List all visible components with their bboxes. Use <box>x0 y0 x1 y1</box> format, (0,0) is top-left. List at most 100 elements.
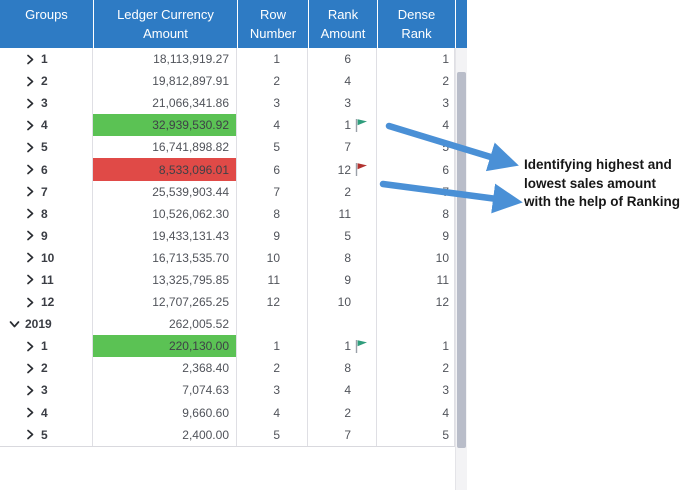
dense-rank-cell: 3 <box>377 379 455 401</box>
table-row: 2 19,812,897.91 2 4 2 <box>0 70 455 92</box>
expand-chevron-icon[interactable] <box>24 186 36 197</box>
flag-icon <box>354 140 373 155</box>
group-label: 3 <box>41 96 48 110</box>
row-number-cell: 8 <box>237 203 308 225</box>
expand-chevron-icon[interactable] <box>24 341 36 352</box>
dense-rank-cell: 12 <box>377 291 455 313</box>
ledger-amount-cell: 25,539,903.44 <box>93 181 237 203</box>
rank-amount-cell: 7 <box>308 424 377 446</box>
rank-value: 4 <box>344 74 351 88</box>
rank-amount-cell: 1 <box>308 335 377 357</box>
rank-value: 9 <box>344 273 351 287</box>
dense-rank-cell: 5 <box>377 424 455 446</box>
row-number-cell: 9 <box>237 225 308 247</box>
ledger-amount-cell: 7,074.63 <box>93 379 237 401</box>
rank-amount-cell: 4 <box>308 70 377 92</box>
group-label: 4 <box>41 406 48 420</box>
table-row: 3 7,074.63 3 4 3 <box>0 379 455 401</box>
dense-rank-cell: 6 <box>377 158 455 180</box>
flag-icon <box>354 317 373 332</box>
vertical-scrollbar-track[interactable] <box>455 48 467 490</box>
expand-chevron-icon[interactable] <box>24 164 36 175</box>
rank-value: 7 <box>344 428 351 442</box>
row-number-cell: 6 <box>237 158 308 180</box>
group-label: 2 <box>41 361 48 375</box>
vertical-scrollbar-thumb[interactable] <box>457 72 466 448</box>
annotation-line-3: with the help of Ranking <box>524 193 680 212</box>
ledger-amount-cell: 220,130.00 <box>93 335 237 357</box>
group-cell: 1 <box>0 48 93 70</box>
dense-rank-cell: 4 <box>377 114 455 136</box>
column-header-rank-amount: Rank Amount <box>308 0 377 48</box>
flag-icon <box>354 405 373 420</box>
table-row: 2 2,368.40 2 8 2 <box>0 357 455 379</box>
group-cell: 2 <box>0 70 93 92</box>
ledger-amount-cell: 13,325,795.85 <box>93 269 237 291</box>
flag-icon <box>354 228 373 243</box>
expand-chevron-icon[interactable] <box>24 142 36 153</box>
rank-value: 1 <box>344 339 351 353</box>
dense-rank-cell: 9 <box>377 225 455 247</box>
expand-chevron-icon[interactable] <box>24 120 36 131</box>
row-number-cell: 12 <box>237 291 308 313</box>
expand-chevron-icon[interactable] <box>24 76 36 87</box>
dense-rank-cell: 11 <box>377 269 455 291</box>
group-cell: 9 <box>0 225 93 247</box>
row-number-cell: 10 <box>237 247 308 269</box>
rank-value: 8 <box>344 251 351 265</box>
ledger-amount-cell: 12,707,265.25 <box>93 291 237 313</box>
table-row: 5 16,741,898.82 5 7 5 <box>0 136 455 158</box>
row-number-cell: 3 <box>237 92 308 114</box>
expand-chevron-icon[interactable] <box>24 54 36 65</box>
table-row: 8 10,526,062.30 8 11 8 <box>0 203 455 225</box>
group-cell: 3 <box>0 379 93 401</box>
expand-chevron-icon[interactable] <box>24 230 36 241</box>
table-header: Groups Ledger Currency Amount Row Number… <box>0 0 467 48</box>
rank-amount-cell: 9 <box>308 269 377 291</box>
rank-value: 10 <box>338 295 351 309</box>
rank-value: 4 <box>344 383 351 397</box>
flag-icon <box>354 118 373 133</box>
dense-rank-cell: 4 <box>377 402 455 424</box>
expand-chevron-icon[interactable] <box>24 208 36 219</box>
expand-chevron-icon[interactable] <box>24 252 36 263</box>
row-number-cell: 2 <box>237 70 308 92</box>
table-row: 7 25,539,903.44 7 2 7 <box>0 181 455 203</box>
expand-chevron-icon[interactable] <box>24 274 36 285</box>
expand-chevron-icon[interactable] <box>24 98 36 109</box>
column-header-dense-rank: Dense Rank <box>377 0 455 48</box>
rank-value: 11 <box>339 207 351 221</box>
row-number-cell: 1 <box>237 335 308 357</box>
group-label: 12 <box>41 295 54 309</box>
rank-amount-cell: 12 <box>308 158 377 180</box>
annotation-text: Identifying highest and lowest sales amo… <box>524 156 680 212</box>
table-row: 10 16,713,535.70 10 8 10 <box>0 247 455 269</box>
expand-chevron-icon[interactable] <box>24 407 36 418</box>
dense-rank-cell: 5 <box>377 136 455 158</box>
rank-amount-cell: 10 <box>308 291 377 313</box>
expand-chevron-icon[interactable] <box>24 429 36 440</box>
group-label: 6 <box>41 163 48 177</box>
group-label: 11 <box>41 273 54 287</box>
flag-icon <box>354 339 373 354</box>
expand-chevron-icon[interactable] <box>8 319 20 329</box>
table-row: 9 19,433,131.43 9 5 9 <box>0 225 455 247</box>
ledger-amount-cell: 19,812,897.91 <box>93 70 237 92</box>
rank-amount-cell: 8 <box>308 357 377 379</box>
annotation-line-1: Identifying highest and <box>524 156 680 175</box>
ledger-amount-cell: 9,660.60 <box>93 402 237 424</box>
expand-chevron-icon[interactable] <box>24 297 36 308</box>
expand-chevron-icon[interactable] <box>24 363 36 374</box>
rank-amount-cell: 1 <box>308 114 377 136</box>
ledger-amount-cell: 16,741,898.82 <box>93 136 237 158</box>
table-row: 1 18,113,919.27 1 6 1 <box>0 48 455 70</box>
table-row: 2019 262,005.52 <box>0 313 455 335</box>
column-header-groups: Groups <box>0 0 93 48</box>
group-cell: 2 <box>0 357 93 379</box>
ledger-amount-cell: 262,005.52 <box>93 313 237 335</box>
group-label: 9 <box>41 229 48 243</box>
group-cell: 10 <box>0 247 93 269</box>
ledger-amount-cell: 32,939,530.92 <box>93 114 237 136</box>
dense-rank-cell: 7 <box>377 181 455 203</box>
expand-chevron-icon[interactable] <box>24 385 36 396</box>
